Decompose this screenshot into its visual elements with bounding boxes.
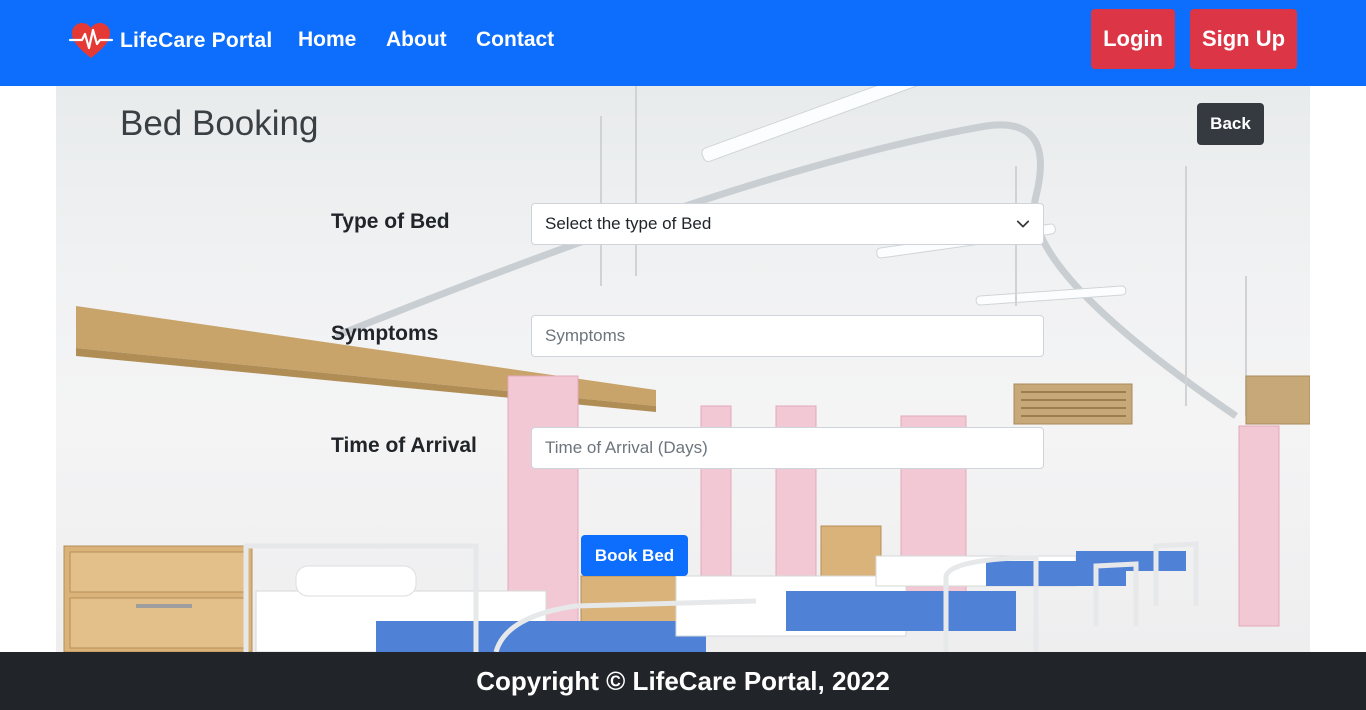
- login-button[interactable]: Login: [1091, 9, 1175, 69]
- nav-link-contact[interactable]: Contact: [476, 24, 554, 56]
- nav-link-about[interactable]: About: [386, 24, 447, 56]
- copyright-text: Copyright © LifeCare Portal, 2022: [476, 665, 890, 696]
- book-bed-button[interactable]: Book Bed: [581, 535, 688, 576]
- back-button[interactable]: Back: [1197, 103, 1264, 145]
- bed-type-selected-value: Select the type of Bed: [545, 214, 712, 233]
- heart-pulse-icon: [68, 23, 114, 58]
- page-title: Bed Booking: [120, 104, 319, 143]
- bed-type-label: Type of Bed: [331, 210, 450, 233]
- brand-name: LifeCare Portal: [120, 29, 273, 52]
- arrival-time-input[interactable]: [531, 427, 1044, 469]
- arrival-time-label: Time of Arrival: [331, 434, 477, 457]
- signup-button[interactable]: Sign Up: [1190, 9, 1297, 69]
- chevron-down-icon: [1016, 220, 1030, 228]
- brand-link[interactable]: LifeCare Portal: [68, 18, 272, 64]
- navbar: LifeCare Portal Home About Contact Login…: [0, 0, 1366, 86]
- symptoms-input[interactable]: [531, 315, 1044, 357]
- bed-type-select[interactable]: Select the type of Bed: [531, 203, 1044, 245]
- footer: Copyright © LifeCare Portal, 2022: [0, 652, 1366, 710]
- symptoms-label: Symptoms: [331, 322, 439, 345]
- bed-booking-section: Bed Booking Back Type of Bed Select the …: [56, 86, 1310, 652]
- nav-link-home[interactable]: Home: [298, 24, 356, 56]
